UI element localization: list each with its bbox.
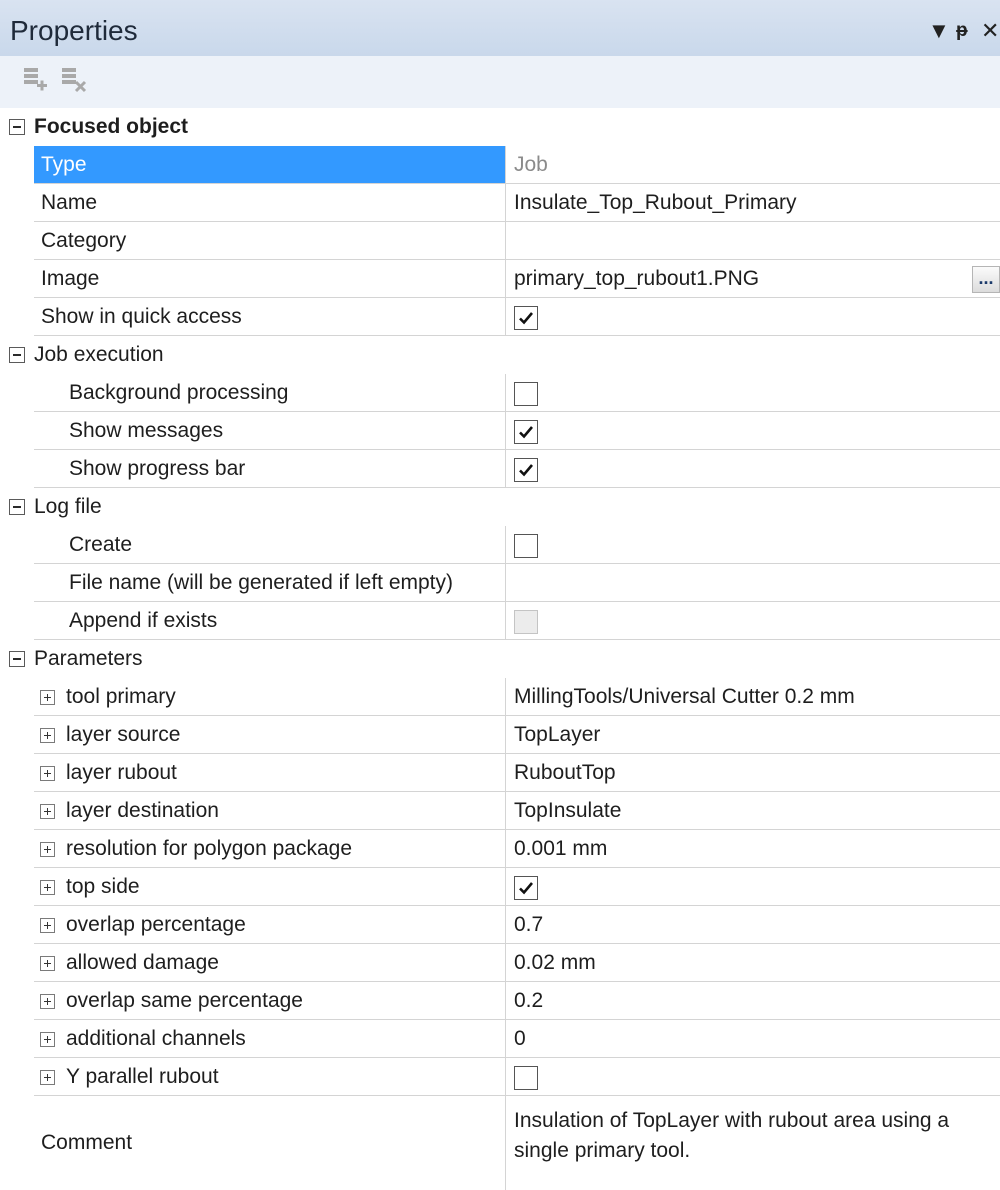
category-job-execution[interactable]: Job execution: [0, 336, 1000, 374]
y-parallel-rubout-checkbox[interactable]: [514, 1066, 538, 1090]
param-row-additional-channels[interactable]: additional channels 0: [0, 1020, 1000, 1058]
create-log-checkbox[interactable]: [514, 534, 538, 558]
category-focused-object[interactable]: Focused object: [0, 108, 1000, 146]
property-name: Show progress bar: [34, 450, 506, 488]
property-name: Show messages: [34, 412, 506, 450]
property-value[interactable]: MillingTools/Universal Cutter 0.2 mm: [506, 678, 1000, 716]
property-name: Image: [34, 260, 506, 298]
property-value[interactable]: 0.2: [506, 982, 1000, 1020]
property-value[interactable]: RuboutTop: [506, 754, 1000, 792]
image-value-field[interactable]: primary_top_rubout1.PNG: [506, 260, 1000, 298]
param-row-overlap-same-percentage[interactable]: overlap same percentage 0.2: [0, 982, 1000, 1020]
property-row-type[interactable]: Type Job: [0, 146, 1000, 184]
show-messages-checkbox[interactable]: [514, 420, 538, 444]
checkmark-icon: [519, 882, 533, 895]
property-row-comment[interactable]: Comment Insulation of TopLayer with rubo…: [0, 1096, 1000, 1190]
collapse-icon[interactable]: [9, 119, 25, 135]
property-name: Name: [34, 184, 506, 222]
property-name: Show in quick access: [34, 298, 506, 336]
pin-icon[interactable]: ᵽ: [956, 18, 968, 44]
property-row-background-processing[interactable]: Background processing: [0, 374, 1000, 412]
param-row-y-parallel-rubout[interactable]: Y parallel rubout: [0, 1058, 1000, 1096]
close-icon[interactable]: ✕: [981, 18, 999, 44]
property-name: allowed damage: [34, 944, 506, 982]
property-name: Create: [34, 526, 506, 564]
property-row-image[interactable]: Image primary_top_rubout1.PNG ...: [0, 260, 1000, 298]
category-label: Focused object: [34, 115, 189, 138]
property-name: Type: [34, 146, 506, 184]
collapse-icon[interactable]: [9, 347, 25, 363]
top-side-checkbox[interactable]: [514, 876, 538, 900]
category-label: Job execution: [34, 343, 164, 366]
param-row-layer-destination[interactable]: layer destination TopInsulate: [0, 792, 1000, 830]
show-progress-bar-checkbox[interactable]: [514, 458, 538, 482]
background-processing-checkbox[interactable]: [514, 382, 538, 406]
collapse-icon[interactable]: [9, 499, 25, 515]
property-value[interactable]: 0.001 mm: [506, 830, 1000, 868]
name-value-field[interactable]: Insulate_Top_Rubout_Primary: [506, 184, 1000, 222]
property-name: Category: [34, 222, 506, 260]
category-value-field[interactable]: [506, 222, 1000, 260]
properties-panel: Properties ▼ ᵽ ✕ Focused object Type Job…: [0, 0, 1000, 1190]
property-row-append-if-exists[interactable]: Append if exists: [0, 602, 1000, 640]
image-filename: primary_top_rubout1.PNG: [514, 267, 760, 290]
property-row-category[interactable]: Category: [0, 222, 1000, 260]
property-row-show-messages[interactable]: Show messages: [0, 412, 1000, 450]
checkmark-icon: [519, 426, 533, 439]
property-value: Job: [506, 146, 1000, 184]
param-row-overlap-percentage[interactable]: overlap percentage 0.7: [0, 906, 1000, 944]
property-row-show-in-quick-access[interactable]: Show in quick access: [0, 298, 1000, 336]
dropdown-arrow-icon[interactable]: ▼: [928, 18, 950, 44]
property-name: Append if exists: [34, 602, 506, 640]
param-row-tool-primary[interactable]: tool primary MillingTools/Universal Cutt…: [0, 678, 1000, 716]
checkmark-icon: [519, 464, 533, 477]
category-label: Parameters: [34, 647, 143, 670]
property-row-create[interactable]: Create: [0, 526, 1000, 564]
property-name: top side: [34, 868, 506, 906]
property-name: layer rubout: [34, 754, 506, 792]
property-value[interactable]: 0.7: [506, 906, 1000, 944]
property-name: overlap same percentage: [34, 982, 506, 1020]
log-file-name-field[interactable]: [506, 564, 1000, 602]
property-row-show-progress-bar[interactable]: Show progress bar: [0, 450, 1000, 488]
property-grid: Focused object Type Job Name Insulate_To…: [0, 108, 1000, 1190]
collapse-icon[interactable]: [9, 651, 25, 667]
property-value[interactable]: TopInsulate: [506, 792, 1000, 830]
category-label: Log file: [34, 495, 102, 518]
property-row-name[interactable]: Name Insulate_Top_Rubout_Primary: [0, 184, 1000, 222]
property-name: layer source: [34, 716, 506, 754]
param-row-layer-source[interactable]: layer source TopLayer: [0, 716, 1000, 754]
property-name: resolution for polygon package: [34, 830, 506, 868]
category-log-file[interactable]: Log file: [0, 488, 1000, 526]
category-parameters[interactable]: Parameters: [0, 640, 1000, 678]
property-value[interactable]: TopLayer: [506, 716, 1000, 754]
property-name: File name (will be generated if left emp…: [34, 564, 506, 602]
append-if-exists-checkbox: [514, 610, 538, 634]
property-name: Y parallel rubout: [34, 1058, 506, 1096]
property-name: additional channels: [34, 1020, 506, 1058]
comment-text-field[interactable]: Insulation of TopLayer with rubout area …: [506, 1096, 1000, 1190]
property-value[interactable]: 0: [506, 1020, 1000, 1058]
param-row-layer-rubout[interactable]: layer rubout RuboutTop: [0, 754, 1000, 792]
remove-item-icon: [62, 68, 87, 93]
toolbar: [0, 56, 1000, 108]
property-name: tool primary: [34, 678, 506, 716]
property-value[interactable]: 0.02 mm: [506, 944, 1000, 982]
show-in-quick-access-checkbox[interactable]: [514, 306, 538, 330]
checkmark-icon: [519, 312, 533, 325]
add-item-icon: [24, 68, 47, 91]
property-name: Background processing: [34, 374, 506, 412]
param-row-top-side[interactable]: top side: [0, 868, 1000, 906]
remove-item-button[interactable]: [58, 64, 88, 96]
param-row-allowed-damage[interactable]: allowed damage 0.02 mm: [0, 944, 1000, 982]
param-row-resolution[interactable]: resolution for polygon package 0.001 mm: [0, 830, 1000, 868]
property-name: Comment: [34, 1096, 506, 1190]
property-row-file-name[interactable]: File name (will be generated if left emp…: [0, 564, 1000, 602]
browse-image-button[interactable]: ...: [972, 266, 1000, 293]
add-item-button[interactable]: [20, 64, 50, 96]
property-name: overlap percentage: [34, 906, 506, 944]
panel-title: Properties: [10, 15, 138, 46]
property-name: layer destination: [34, 792, 506, 830]
